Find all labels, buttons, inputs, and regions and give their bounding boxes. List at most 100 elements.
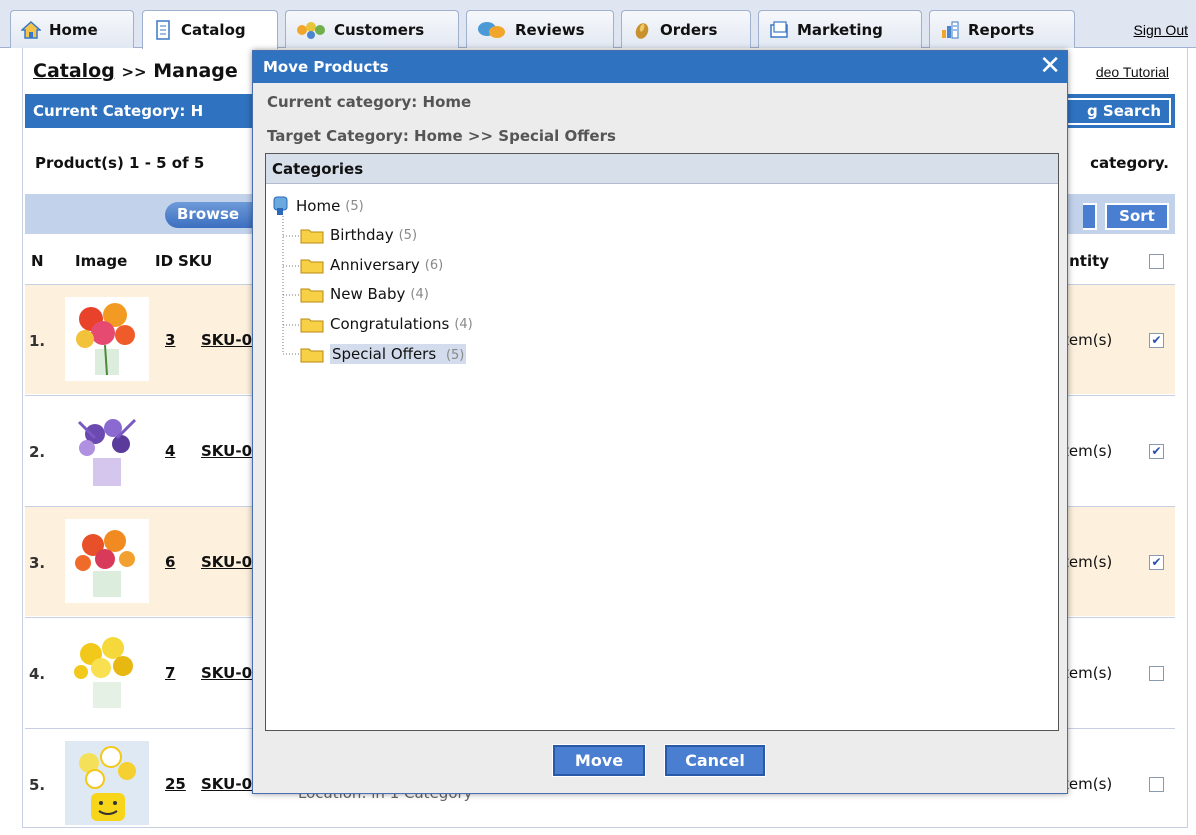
category-note: category.: [1090, 154, 1169, 172]
tree-header: Categories: [266, 154, 1058, 184]
product-id-link[interactable]: 7: [165, 664, 175, 682]
product-image: [65, 519, 149, 603]
tree-node-label: New Baby: [330, 285, 406, 303]
tree-node-home[interactable]: Home (5): [272, 196, 364, 216]
category-tree-panel: Categories Home (5) Birthday (5) Anniver…: [265, 153, 1059, 731]
tab-orders[interactable]: Orders: [621, 10, 751, 48]
row-checkbox[interactable]: ✔: [1149, 555, 1164, 570]
product-sku-link[interactable]: SKU-0: [201, 331, 256, 349]
house-icon: [20, 20, 42, 40]
browse-button[interactable]: Browse: [165, 202, 265, 228]
breadcrumb-separator: >>: [121, 63, 147, 81]
quantity-text: tem(s): [1063, 553, 1113, 571]
marketing-icon: [769, 20, 789, 40]
tab-reviews[interactable]: Reviews: [466, 10, 614, 48]
folder-icon: [300, 257, 324, 274]
sign-out-link[interactable]: Sign Out: [1134, 22, 1188, 38]
customers-icon: [296, 20, 326, 40]
breadcrumb: Catalog >> Manage: [33, 60, 238, 82]
product-id-link[interactable]: 3: [165, 331, 175, 349]
product-image: [65, 741, 149, 825]
row-checkbox[interactable]: [1149, 777, 1164, 792]
product-image: [65, 297, 149, 381]
folder-icon: [300, 286, 324, 303]
tab-home[interactable]: Home: [10, 10, 134, 48]
tree-node-special-offers[interactable]: Special Offers (5): [300, 344, 467, 364]
tab-customers[interactable]: Customers: [285, 10, 459, 48]
tree-node-count: (4): [410, 286, 429, 302]
select-all-checkbox[interactable]: [1149, 254, 1164, 269]
tree-node-count: (4): [454, 316, 473, 332]
top-nav-bar: Home Catalog Customers Reviews Orders Ma…: [0, 0, 1196, 49]
tree-node-count: (5): [445, 348, 465, 363]
tree-node-label: Home: [296, 197, 341, 215]
tree-node-birthday[interactable]: Birthday (5): [300, 226, 417, 244]
tab-reviews-label: Reviews: [515, 20, 585, 39]
product-id-link[interactable]: 4: [165, 442, 175, 460]
tree-node-count: (5): [345, 198, 364, 214]
tree-node-label: Congratulations: [330, 315, 450, 333]
row-number: 4.: [29, 665, 46, 683]
tab-customers-label: Customers: [334, 20, 425, 39]
folder-icon: [300, 346, 324, 363]
breadcrumb-catalog-link[interactable]: Catalog: [33, 60, 115, 82]
tree-node-count: (6): [424, 257, 444, 273]
tree-node-label: Anniversary: [330, 256, 420, 274]
folder-icon: [300, 227, 324, 244]
sort-button[interactable]: Sort: [1105, 203, 1169, 230]
current-category-label: Current Category: H: [33, 102, 204, 120]
row-number: 5.: [29, 776, 46, 794]
tab-marketing[interactable]: Marketing: [758, 10, 922, 48]
product-id-link[interactable]: 25: [165, 775, 186, 793]
product-sku-link[interactable]: SKU-0: [201, 664, 256, 682]
tab-catalog[interactable]: Catalog: [142, 10, 278, 49]
tab-home-label: Home: [49, 20, 98, 39]
row-checkbox[interactable]: ✔: [1149, 444, 1164, 459]
tree-node-new-baby[interactable]: New Baby (4): [300, 285, 429, 303]
close-icon[interactable]: ✕: [1039, 53, 1061, 79]
tree-node-label: Birthday: [330, 226, 394, 244]
row-number: 2.: [29, 443, 46, 461]
breadcrumb-current: Manage: [153, 60, 238, 82]
reviews-icon: [477, 20, 507, 40]
row-number: 3.: [29, 554, 46, 572]
video-tutorial-link[interactable]: deo Tutorial: [1096, 64, 1169, 80]
quantity-text: tem(s): [1063, 442, 1113, 460]
dialog-title-bar[interactable]: Move Products ✕: [253, 51, 1067, 83]
col-id: ID: [155, 252, 174, 270]
product-sku-link[interactable]: SKU-0: [201, 775, 256, 793]
tab-reports[interactable]: Reports: [929, 10, 1075, 48]
col-image: Image: [75, 252, 128, 270]
tree-node-anniversary[interactable]: Anniversary (6): [300, 256, 443, 274]
quantity-text: tem(s): [1063, 664, 1113, 682]
products-count: Product(s) 1 - 5 of 5: [35, 154, 205, 172]
col-n: N: [31, 252, 44, 270]
col-sku: SKU: [178, 252, 213, 270]
tab-reports-label: Reports: [968, 20, 1035, 39]
catalog-icon: [153, 20, 173, 40]
tree-node-count: (5): [398, 227, 418, 243]
row-number: 1.: [29, 332, 46, 350]
current-category-text: Current category: Home: [267, 93, 472, 111]
tab-orders-label: Orders: [660, 20, 718, 39]
cancel-button[interactable]: Cancel: [664, 744, 766, 777]
tab-marketing-label: Marketing: [797, 20, 883, 39]
reports-icon: [940, 20, 960, 40]
product-sku-link[interactable]: SKU-0: [201, 442, 256, 460]
product-sku-link[interactable]: SKU-0: [201, 553, 256, 571]
dialog-title: Move Products: [263, 58, 389, 76]
product-id-link[interactable]: 6: [165, 553, 175, 571]
quantity-text: tem(s): [1063, 775, 1113, 793]
move-products-dialog: Move Products ✕ Current category: Home T…: [252, 50, 1068, 794]
target-category-text: Target Category: Home >> Special Offers: [267, 127, 616, 145]
product-image: [65, 630, 149, 714]
tree-node-congratulations[interactable]: Congratulations (4): [300, 315, 473, 333]
move-button[interactable]: Move: [552, 744, 646, 777]
tree-node-label: Special Offers (5): [330, 344, 467, 364]
home-category-icon: [272, 196, 290, 216]
row-checkbox[interactable]: ✔: [1149, 333, 1164, 348]
row-checkbox[interactable]: [1149, 666, 1164, 681]
toolbar-button[interactable]: [1083, 203, 1097, 230]
tab-catalog-label: Catalog: [181, 21, 246, 39]
product-image: [65, 408, 149, 492]
